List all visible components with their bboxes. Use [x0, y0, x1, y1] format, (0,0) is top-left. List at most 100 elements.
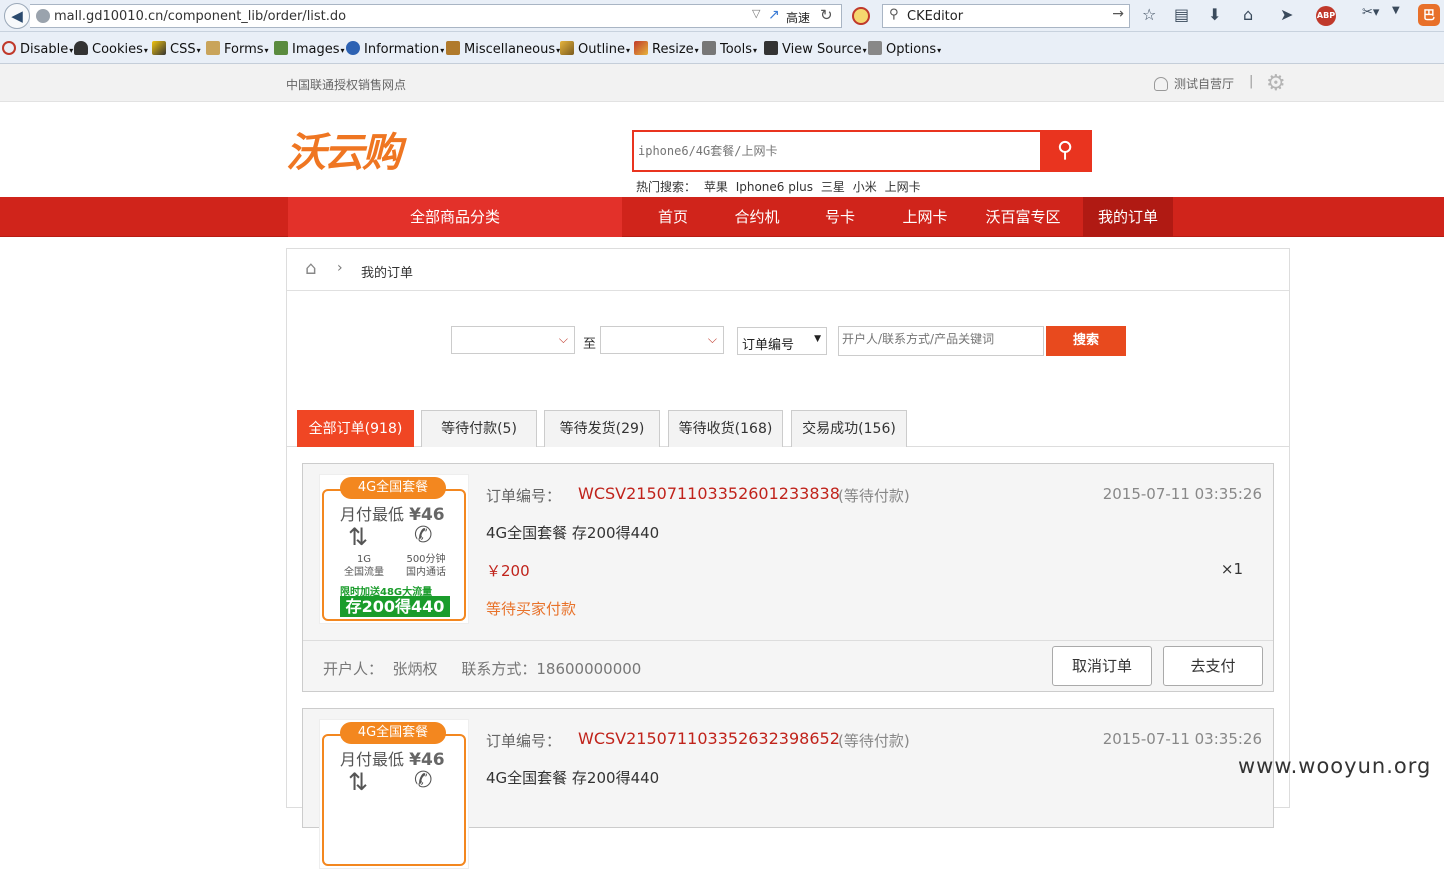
wd-forms[interactable]: Forms — [206, 41, 269, 57]
noscript-icon[interactable] — [852, 7, 870, 25]
product-name[interactable]: 4G全国套餐 存200得440 — [486, 767, 659, 788]
firefox-menu-icon[interactable]: 巴 — [1418, 4, 1440, 26]
breadcrumb: ⌂ › 我的订单 — [287, 249, 1289, 291]
wd-tools[interactable]: Tools — [702, 41, 757, 57]
product-image[interactable]: 4G全国套餐 月付最低 ¥46 ⇅ ✆ — [319, 719, 469, 869]
image-banner: 4G全国套餐 — [340, 722, 446, 744]
nav-my-orders[interactable]: 我的订单 — [1083, 197, 1173, 237]
separator: | — [1249, 74, 1254, 89]
cancel-order-button[interactable]: 取消订单 — [1052, 646, 1152, 686]
wd-miscellaneous[interactable]: Miscellaneous — [446, 41, 560, 57]
orders-panel: ⌂ › 我的订单 ⌵ 至 ⌵ 订单编号 ▼ 搜索 全部订单(918) 等待付款(… — [286, 248, 1290, 869]
reading-list-icon[interactable]: ▤ — [1174, 5, 1189, 24]
tab-awaiting-shipment[interactable]: 等待发货(29) — [544, 410, 660, 447]
hot-search-item[interactable]: 苹果 — [704, 180, 728, 194]
home-icon[interactable]: ⌂ — [1243, 5, 1253, 24]
start-date-select[interactable]: ⌵ — [451, 326, 575, 354]
user-icon — [1154, 77, 1168, 91]
nav-data-cards[interactable]: 上网卡 — [890, 197, 960, 237]
wd-cookies[interactable]: Cookies — [74, 41, 148, 57]
tab-awaiting-payment[interactable]: 等待付款(5) — [421, 410, 537, 447]
order-status: (等待付款) — [838, 487, 910, 505]
breadcrumb-current: 我的订单 — [361, 266, 414, 281]
phone-icon: ✆ — [414, 523, 433, 548]
gear-icon[interactable]: ⚙ — [1266, 71, 1286, 96]
speed-icon: ↗ — [768, 7, 780, 23]
keyword-field — [838, 326, 1044, 356]
chevron-down-icon: ⌵ — [558, 332, 568, 346]
product-price: ￥200 — [486, 562, 530, 580]
site-search-button[interactable]: ⚲ — [1040, 132, 1090, 170]
web-developer-toolbar: Disable Cookies CSS Forms Images Informa… — [0, 32, 1444, 64]
hot-search-item[interactable]: 上网卡 — [885, 180, 921, 194]
image-banner: 4G全国套餐 — [340, 477, 446, 499]
data-transfer-icon: ⇅ — [348, 523, 369, 551]
main-nav: 全部商品分类 首页 合约机 号卡 上网卡 沃百富专区 我的订单 — [0, 197, 1444, 237]
back-button[interactable]: ◀ — [4, 3, 30, 29]
nav-contract-phones[interactable]: 合约机 — [722, 197, 792, 237]
search-go-icon[interactable]: → — [1112, 6, 1124, 22]
home-icon[interactable]: ⌂ — [305, 258, 316, 279]
user-link[interactable]: 测试自营厅 — [1154, 75, 1234, 92]
browser-toolbar: ◀ mall.gd10010.cn/component_lib/order/li… — [0, 0, 1444, 32]
wd-outline[interactable]: Outline — [560, 41, 630, 57]
caret-down-icon: ▼ — [814, 334, 821, 344]
tab-awaiting-receipt[interactable]: 等待收货(168) — [668, 410, 783, 447]
hot-search-item[interactable]: 三星 — [821, 180, 845, 194]
pay-button[interactable]: 去支付 — [1163, 646, 1263, 686]
nav-sim-cards[interactable]: 号卡 — [812, 197, 868, 237]
dropdown-icon[interactable]: ▽ — [752, 7, 760, 20]
speed-label[interactable]: 高速 — [786, 9, 810, 26]
order-footer: 开户人： 张炳权 联系方式：18600000000 取消订单 去支付 — [303, 640, 1273, 691]
order-card: 4G全国套餐 月付最低 ¥46 ⇅ ✆ 订单编号： WCSV2150711033… — [302, 708, 1274, 869]
url-text: mall.gd10010.cn/component_lib/order/list… — [54, 9, 347, 24]
extension-icon[interactable]: ✂▾ — [1362, 5, 1379, 20]
adblock-icon[interactable]: ABP — [1316, 6, 1336, 26]
image-price: 月付最低 ¥46 — [340, 750, 445, 770]
wd-resize[interactable]: Resize — [634, 41, 699, 57]
hot-search-item[interactable]: 小米 — [853, 180, 877, 194]
product-quantity: ×1 — [1220, 560, 1243, 578]
browser-search-box[interactable]: ⚲ CKEditor → — [882, 4, 1130, 28]
nav-wobaifu[interactable]: 沃百富专区 — [978, 197, 1068, 237]
reload-icon[interactable]: ↻ — [820, 6, 833, 24]
product-image[interactable]: 4G全国套餐 月付最低 ¥46 ⇅ ✆ 1G 全国流量 500分钟 国内通话 限… — [319, 474, 469, 624]
tab-all-orders[interactable]: 全部订单(918) — [297, 410, 414, 447]
chevron-down-icon: ⌵ — [707, 332, 717, 346]
hot-search-item[interactable]: Iphone6 plus — [736, 180, 813, 194]
filter-search-button[interactable]: 搜索 — [1046, 326, 1126, 356]
download-icon[interactable]: ⬇ — [1208, 5, 1221, 24]
nav-home[interactable]: 首页 — [642, 197, 704, 237]
wd-css[interactable]: CSS — [152, 41, 201, 57]
wd-images[interactable]: Images — [274, 41, 345, 57]
search-type-select[interactable]: 订单编号 ▼ — [737, 327, 827, 355]
tab-completed[interactable]: 交易成功(156) — [791, 410, 907, 447]
wd-view-source[interactable]: View Source — [764, 41, 867, 57]
search-type-value: 订单编号 — [742, 338, 795, 353]
order-number-label: 订单编号： — [486, 487, 562, 505]
menu-chevron-icon[interactable]: ▼ — [1392, 5, 1400, 16]
site-logo[interactable]: 沃云购 — [286, 120, 402, 178]
all-categories-button[interactable]: 全部商品分类 — [288, 197, 622, 237]
data-transfer-icon: ⇅ — [348, 768, 369, 796]
wd-disable[interactable]: Disable — [2, 41, 73, 57]
product-name[interactable]: 4G全国套餐 存200得440 — [486, 522, 659, 543]
keyword-input[interactable] — [842, 332, 1040, 346]
address-bar[interactable]: mall.gd10010.cn/component_lib/order/list… — [30, 4, 842, 28]
search-icon: ⚲ — [1056, 138, 1074, 163]
wd-information[interactable]: Information — [346, 41, 444, 57]
site-search-input[interactable] — [638, 140, 1034, 162]
send-icon[interactable]: ➤ — [1280, 5, 1293, 24]
order-status: (等待付款) — [838, 732, 910, 750]
site-search: ⚲ — [632, 130, 1092, 172]
site-top-bar: 中国联通授权销售网点 测试自营厅 | ⚙ — [0, 64, 1444, 102]
wd-options[interactable]: Options — [868, 41, 941, 57]
image-data-label: 1G 全国流量 — [344, 554, 384, 578]
authorized-store-text: 中国联通授权销售网点 — [286, 78, 407, 92]
bookmark-star-icon[interactable]: ☆ — [1142, 5, 1156, 24]
order-number[interactable]: WCSV215071103352632398652 — [578, 729, 840, 748]
payment-status: 等待买家付款 — [486, 600, 577, 618]
browser-search-value: CKEditor — [907, 9, 964, 24]
order-number[interactable]: WCSV215071103352601233838 — [578, 484, 840, 503]
end-date-select[interactable]: ⌵ — [600, 326, 724, 354]
